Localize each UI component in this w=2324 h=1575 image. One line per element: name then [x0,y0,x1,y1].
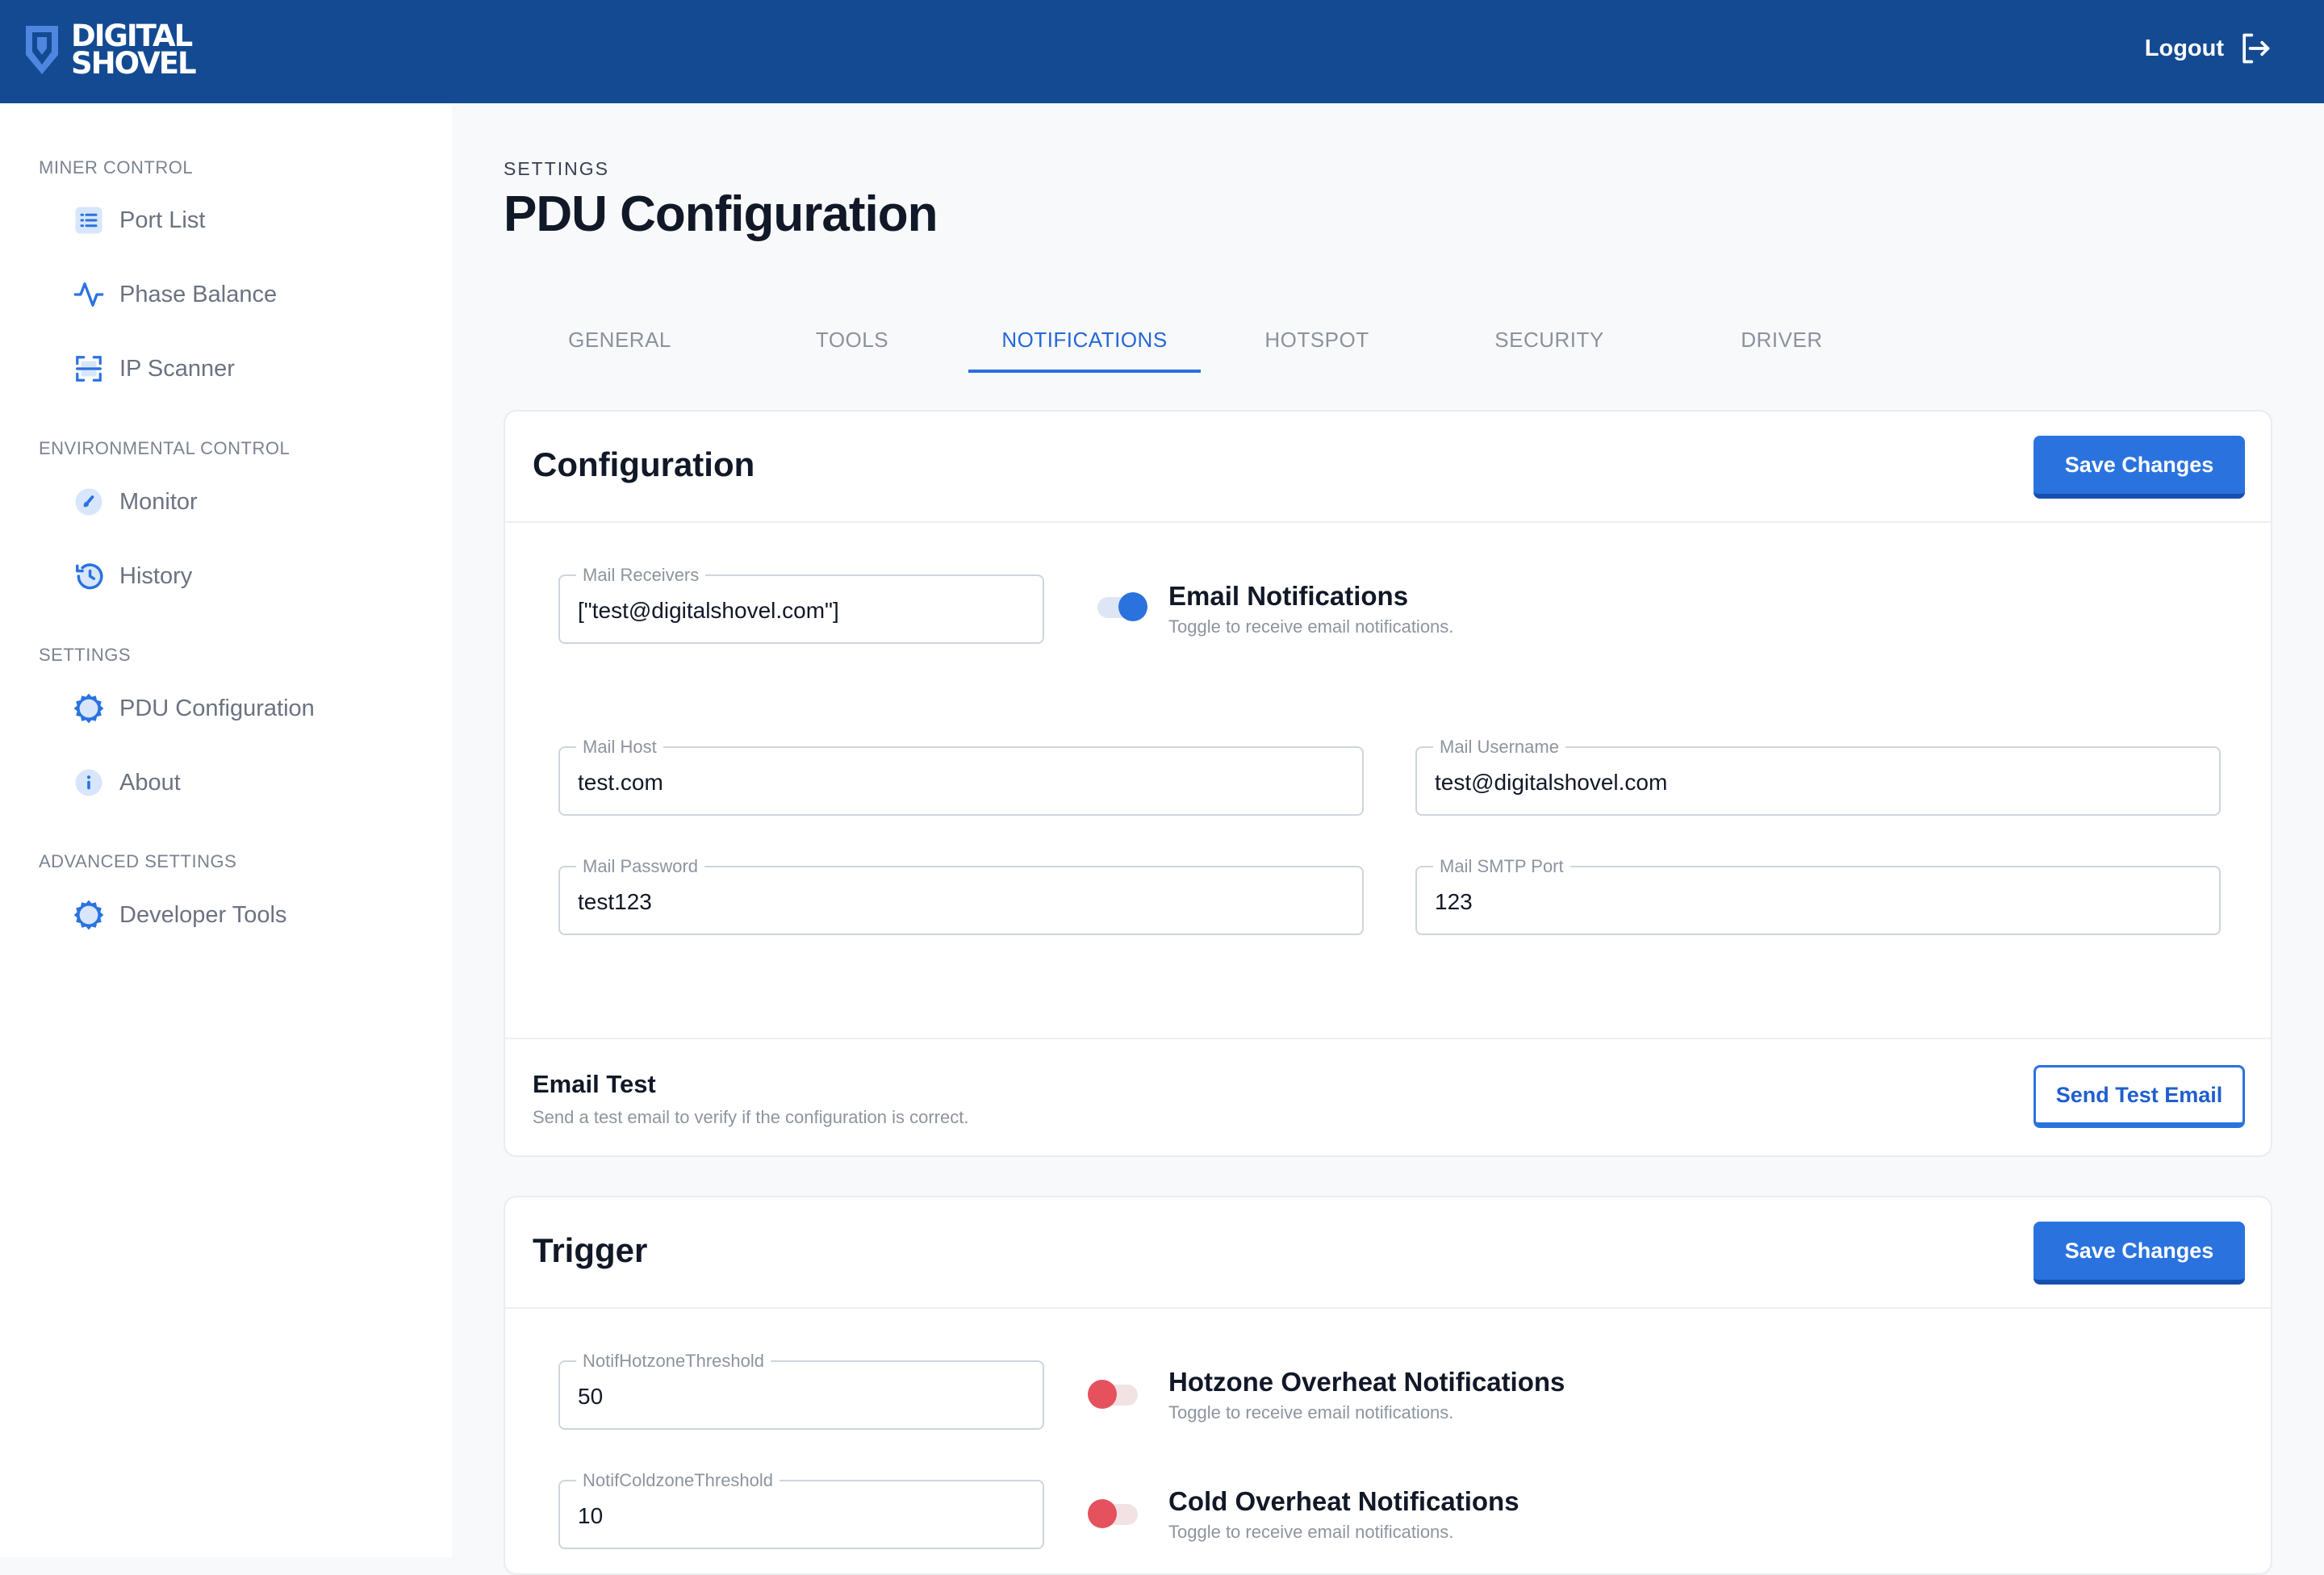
configuration-title: Configuration [533,445,755,483]
gear-icon [71,691,107,726]
sidebar-item-port-list[interactable]: Port List [71,196,205,244]
field-value: 50 [578,1384,604,1409]
field-label: Mail SMTP Port [1433,856,1570,877]
field-label: NotifHotzoneThreshold [576,1351,771,1372]
shovel-logo-icon [26,26,58,74]
mail-password-field[interactable]: Mail Password test123 [558,856,1364,935]
sidebar-item-label: IP Scanner [119,355,235,382]
logout-icon [2242,33,2270,64]
sidebar-item-about[interactable]: About [71,758,181,807]
breadcrumb: SETTINGS [504,158,610,179]
sidebar-item-label: Port List [119,207,206,233]
coldzone-threshold-field[interactable]: NotifColdzoneThreshold 10 [558,1470,1044,1549]
email-notifications-toggle[interactable] [1093,592,1147,621]
sidebar-item-history[interactable]: History [71,552,192,600]
toggle-knob [1118,592,1147,621]
sidebar-item-label: Phase Balance [119,281,278,307]
sidebar-item-label: About [119,769,181,796]
tab-notifications[interactable]: NOTIFICATIONS [968,307,1201,373]
sidebar-item-label: PDU Configuration [119,695,315,721]
cold-notifications-toggle[interactable] [1088,1499,1143,1528]
email-test-subtitle: Send a test email to verify if the confi… [533,1107,969,1127]
save-changes-button[interactable]: Save Changes [2034,436,2245,499]
save-changes-button[interactable]: Save Changes [2034,1222,2245,1285]
logo[interactable]: DIGITAL SHOVEL [24,19,197,81]
email-notifications-subtitle: Toggle to receive email notifications. [1168,616,1454,637]
hotzone-notifications-subtitle: Toggle to receive email notifications. [1168,1402,1454,1423]
hotzone-notifications-title: Hotzone Overheat Notifications [1168,1367,1565,1397]
sidebar-item-label: History [119,562,193,589]
field-value: 10 [578,1503,604,1528]
trigger-card: Trigger Save Changes NotifHotzoneThresho… [504,1196,2272,1575]
sidebar-item-monitor[interactable]: Monitor [71,478,198,526]
sidebar-section-settings: SETTINGS [39,645,132,665]
info-icon [71,765,107,800]
toggle-knob [1088,1499,1117,1528]
send-test-email-button[interactable]: Send Test Email [2034,1065,2245,1128]
gauge-icon [71,484,107,520]
sidebar-section-advanced-settings: ADVANCED SETTINGS [39,851,237,871]
sidebar-item-phase-balance[interactable]: Phase Balance [71,270,277,319]
sidebar-item-label: Developer Tools [119,901,287,928]
sidebar-item-label: Monitor [119,488,198,515]
field-label: Mail Username [1433,737,1565,758]
tab-bar: GENERAL TOOLS NOTIFICATIONS HOTSPOT SECU… [504,307,2272,373]
logout-button[interactable]: Logout [2145,31,2272,66]
hotzone-threshold-field[interactable]: NotifHotzoneThreshold 50 [558,1351,1044,1430]
email-notifications-title: Email Notifications [1168,581,1409,611]
sidebar-item-ip-scanner[interactable]: IP Scanner [71,345,235,393]
scan-icon [71,351,107,386]
mail-smtp-port-field[interactable]: Mail SMTP Port 123 [1415,856,2221,935]
hotzone-notifications-toggle[interactable] [1088,1380,1143,1409]
cold-notifications-subtitle: Toggle to receive email notifications. [1168,1522,1454,1542]
field-label: Mail Receivers [576,565,706,586]
divider [505,1307,2271,1309]
history-icon [71,558,107,594]
field-value: 123 [1435,889,1473,914]
field-label: Mail Host [576,737,663,758]
field-value: test123 [578,889,652,914]
logo-text: DIGITAL SHOVEL [71,19,197,81]
list-icon [71,203,107,238]
divider [505,1038,2271,1039]
tab-general[interactable]: GENERAL [504,307,736,373]
mail-receivers-field[interactable]: Mail Receivers ["test@digitalshovel.com"… [558,565,1044,644]
email-test-title: Email Test [533,1070,656,1098]
mail-host-field[interactable]: Mail Host test.com [558,737,1364,816]
field-value: test@digitalshovel.com [1435,770,1668,795]
sidebar-section-environmental-control: ENVIRONMENTAL CONTROL [39,438,290,458]
field-label: Mail Password [576,856,705,877]
divider [505,521,2271,523]
gear-icon [71,897,107,933]
page-title: PDU Configuration [504,186,938,242]
sidebar-item-developer-tools[interactable]: Developer Tools [71,891,286,939]
field-label: NotifColdzoneThreshold [576,1470,780,1491]
cold-notifications-title: Cold Overheat Notifications [1168,1486,1519,1516]
logout-label: Logout [2144,35,2224,61]
tab-driver[interactable]: DRIVER [1666,307,1898,373]
field-value: ["test@digitalshovel.com"] [578,598,839,623]
sidebar [0,103,452,1557]
activity-icon [71,277,107,312]
tab-hotspot[interactable]: HOTSPOT [1201,307,1433,373]
field-value: test.com [578,770,663,795]
sidebar-section-miner-control: MINER CONTROL [39,157,194,178]
toggle-knob [1088,1380,1117,1409]
mail-username-field[interactable]: Mail Username test@digitalshovel.com [1415,737,2221,816]
configuration-card: Configuration Save Changes Mail Receiver… [504,410,2272,1157]
tab-security[interactable]: SECURITY [1433,307,1666,373]
trigger-title: Trigger [533,1231,648,1269]
top-bar: DIGITAL SHOVEL Logout [0,0,2324,103]
sidebar-item-pdu-configuration[interactable]: PDU Configuration [71,684,315,733]
tab-tools[interactable]: TOOLS [736,307,968,373]
